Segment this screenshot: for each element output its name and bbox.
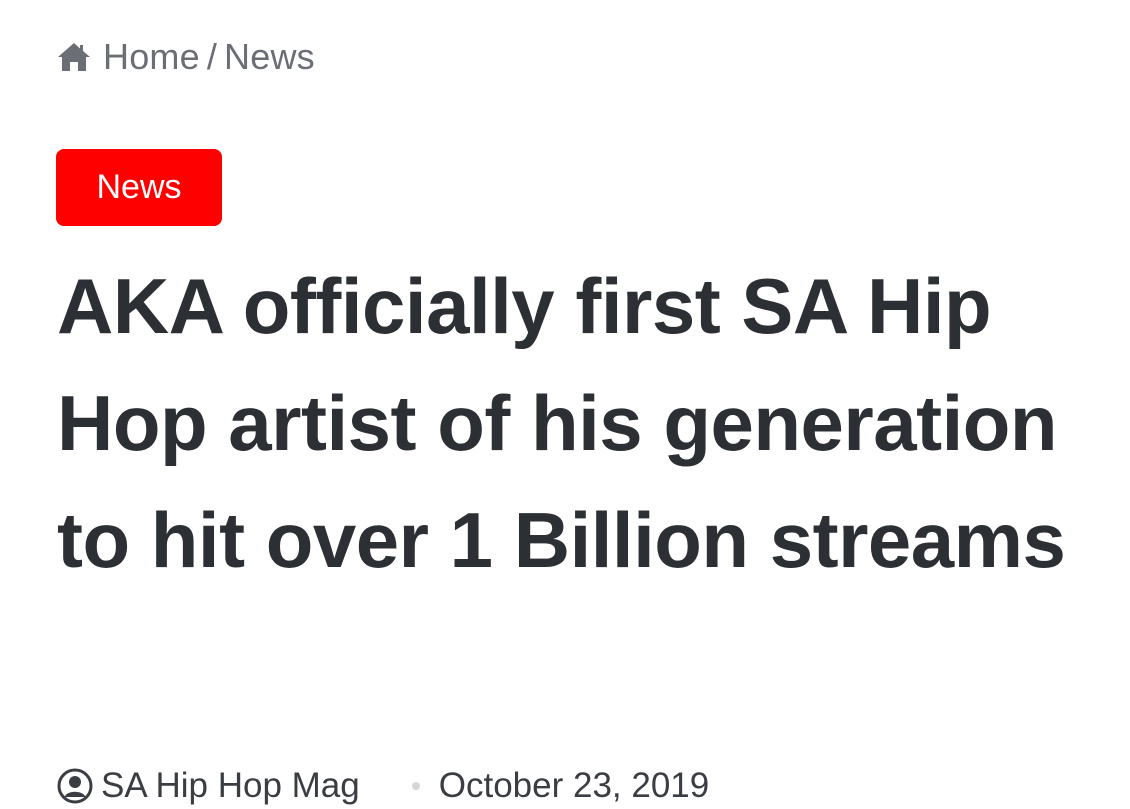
post-title: AKA officially first SA Hip Hop artist o… — [57, 262, 1066, 584]
breadcrumb-separator: / — [206, 36, 218, 77]
breadcrumb-home-link[interactable]: Home — [103, 36, 200, 78]
author-link[interactable]: SA Hip Hop Mag — [101, 766, 360, 806]
home-icon[interactable] — [57, 41, 91, 73]
breadcrumb-current: News — [224, 36, 315, 77]
breadcrumb: Home / News — [57, 36, 315, 78]
meta-separator-dot — [411, 782, 420, 790]
post-meta: SA Hip Hop Mag October 23, 2019 — [57, 766, 709, 806]
category-badge[interactable]: News — [56, 149, 222, 226]
post-date: October 23, 2019 — [438, 766, 710, 805]
user-circle-icon — [57, 768, 93, 804]
